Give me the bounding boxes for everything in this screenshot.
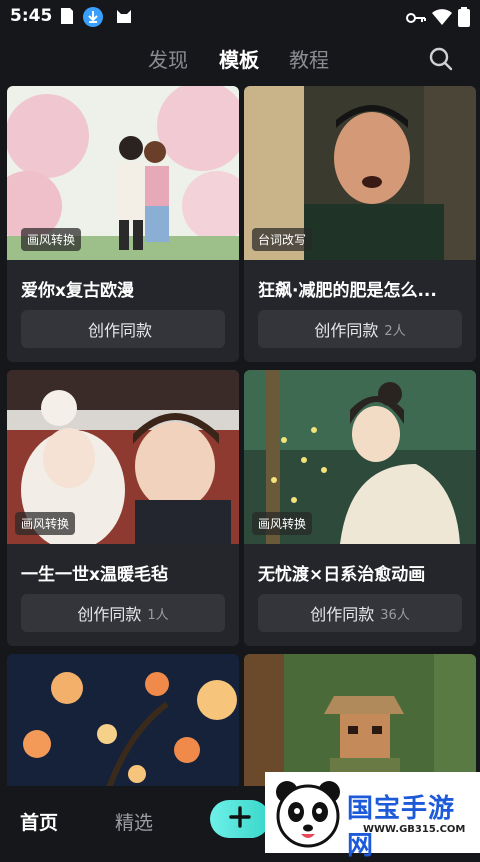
wifi-icon [432, 9, 452, 29]
create-same-button[interactable]: 创作同款 [21, 310, 225, 348]
template-card[interactable]: 画风转换 爱你x复古欧漫 创作同款 [7, 86, 239, 362]
plus-icon [229, 806, 251, 832]
search-icon[interactable] [428, 46, 454, 72]
tab-discover[interactable]: 发现 [148, 44, 188, 73]
usage-count: 1人 [147, 607, 169, 623]
status-time: 5:45 [10, 6, 53, 26]
create-same-label: 创作同款 [310, 605, 375, 624]
create-same-button[interactable]: 创作同款 1人 [21, 594, 225, 632]
status-bar: 5:45 [0, 0, 480, 34]
sim-card-icon [60, 7, 78, 25]
template-card[interactable] [7, 654, 239, 794]
nav-home[interactable]: 首页 [20, 808, 58, 835]
template-card[interactable]: 画风转换 无忧渡×日系治愈动画 创作同款 36人 [244, 370, 476, 646]
tab-templates[interactable]: 模板 [219, 44, 259, 73]
create-same-button[interactable]: 创作同款 36人 [258, 594, 462, 632]
template-title: 一生一世x温暖毛毡 [21, 565, 168, 585]
template-card[interactable]: 台词改写 狂飙·减肥的肥是怎么... 创作同款 2人 [244, 86, 476, 362]
panda-logo-icon [273, 778, 343, 852]
create-same-label: 创作同款 [77, 605, 142, 624]
watermark-url: WWW.GB315.COM [363, 824, 466, 835]
create-same-button[interactable]: 创作同款 2人 [258, 310, 462, 348]
create-same-label: 创作同款 [314, 321, 379, 340]
create-button[interactable] [210, 800, 270, 838]
nav-featured[interactable]: 精选 [115, 808, 153, 835]
style-tag: 画风转换 [15, 512, 76, 535]
cat-app-icon [115, 7, 133, 25]
template-thumbnail[interactable] [7, 654, 239, 794]
key-icon [406, 10, 426, 29]
template-card[interactable]: 画风转换 一生一世x温暖毛毡 创作同款 1人 [7, 370, 239, 646]
template-title: 爱你x复古欧漫 [21, 281, 134, 301]
download-icon [83, 7, 103, 27]
tab-tutorials[interactable]: 教程 [289, 44, 329, 73]
usage-count: 2人 [384, 323, 406, 339]
watermark: 国宝手游网 WWW.GB315.COM [265, 772, 480, 861]
usage-count: 36人 [380, 607, 410, 623]
style-tag: 画风转换 [21, 228, 82, 251]
create-same-label: 创作同款 [87, 321, 152, 340]
style-tag: 台词改写 [252, 228, 313, 251]
template-title: 狂飙·减肥的肥是怎么... [258, 281, 437, 301]
template-title: 无忧渡×日系治愈动画 [258, 565, 426, 585]
top-nav: 发现 模板 教程 [0, 40, 480, 78]
style-tag: 画风转换 [252, 512, 313, 535]
battery-icon [458, 7, 470, 31]
